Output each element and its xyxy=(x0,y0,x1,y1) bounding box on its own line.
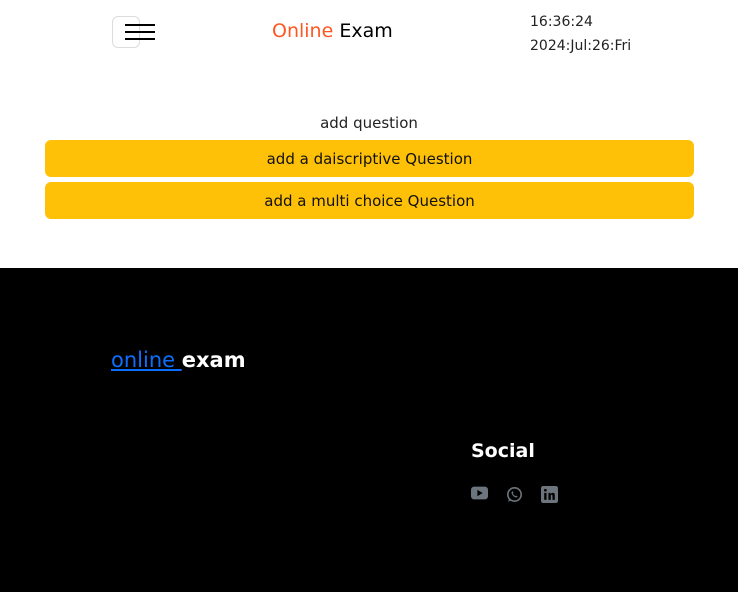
site-title: Online Exam xyxy=(272,20,393,42)
add-multi-choice-question-button[interactable]: add a multi choice Question xyxy=(45,182,694,219)
navbar: Online Exam 16:36:24 2024:Jul:26:Fri xyxy=(0,0,738,70)
youtube-icon[interactable] xyxy=(471,486,493,504)
linkedin-icon[interactable] xyxy=(541,486,563,504)
clock-time: 16:36:24 xyxy=(530,14,593,30)
social-title: Social xyxy=(471,440,535,462)
footer-brand-link[interactable]: online xyxy=(111,348,182,372)
social-icons xyxy=(471,486,563,504)
footer-brand-rest: exam xyxy=(181,348,246,372)
whatsapp-icon[interactable] xyxy=(506,486,528,504)
add-descriptive-question-button[interactable]: add a daiscriptive Question xyxy=(45,140,694,177)
footer-brand: online exam xyxy=(111,348,246,372)
clock: 16:36:24 2024:Jul:26:Fri xyxy=(530,10,631,58)
section-label: add question xyxy=(320,114,418,132)
footer: online exam Social xyxy=(0,268,738,592)
site-title-rest: Exam xyxy=(333,20,393,42)
site-title-accent: Online xyxy=(272,20,334,42)
clock-date: 2024:Jul:26:Fri xyxy=(530,38,632,54)
menu-toggle-button[interactable] xyxy=(112,16,155,48)
